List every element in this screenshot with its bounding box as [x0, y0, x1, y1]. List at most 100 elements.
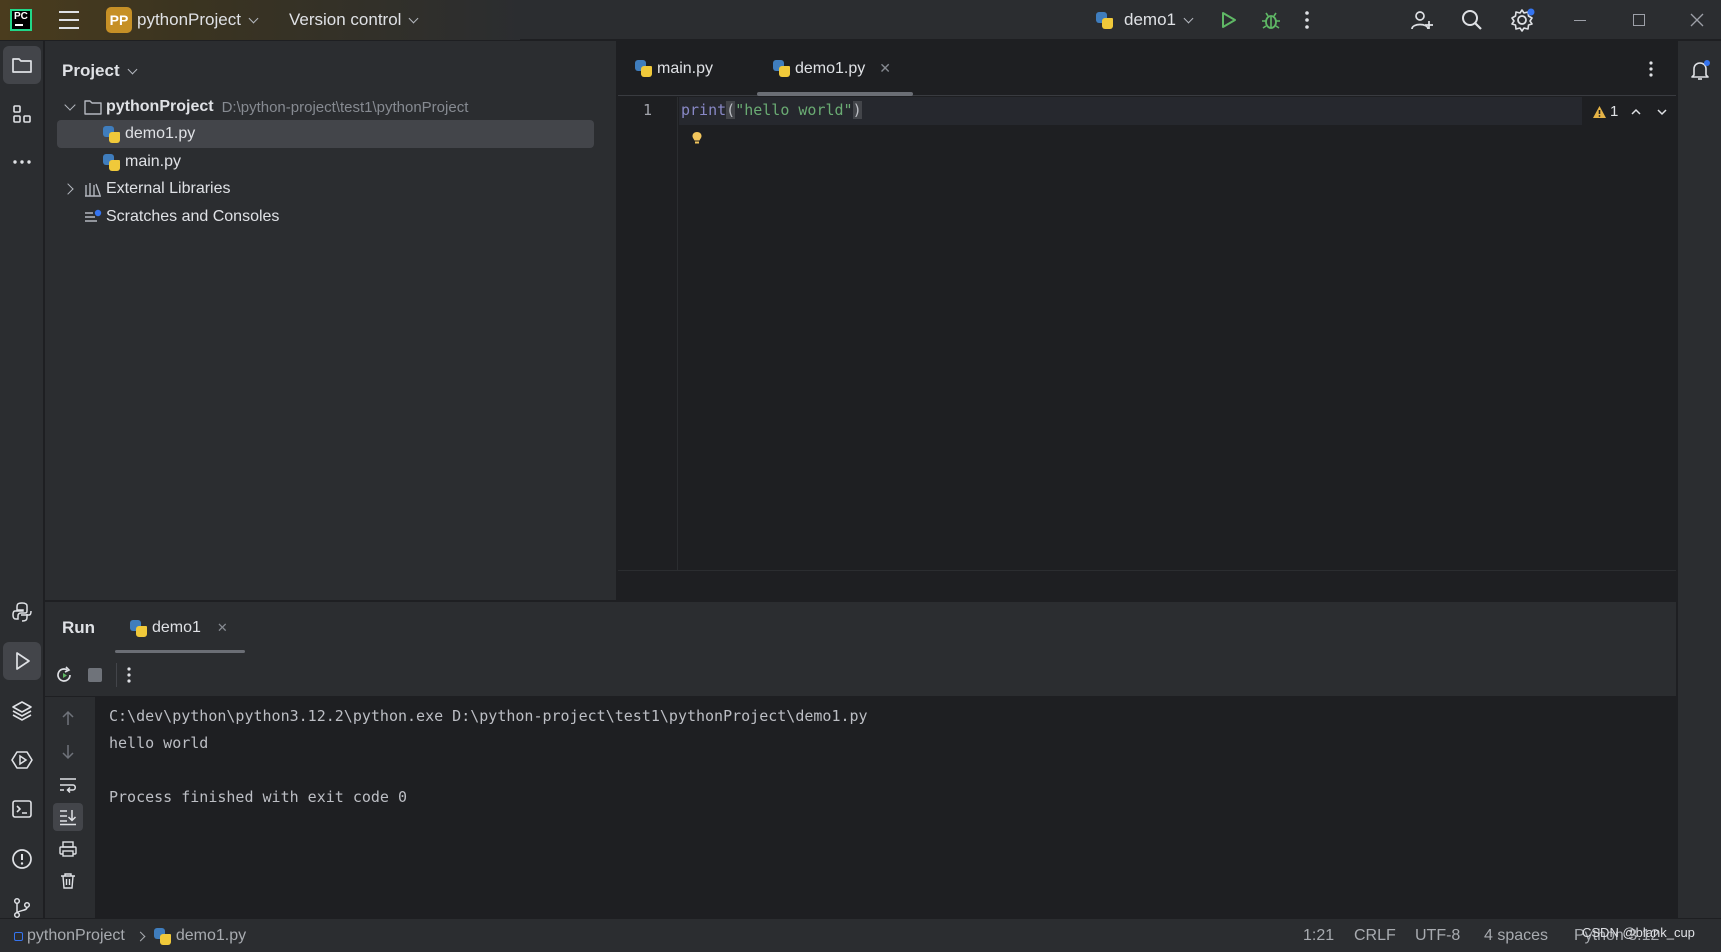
chevron-down-icon	[409, 13, 419, 23]
run-toolbar	[45, 653, 1676, 697]
lightbulb-icon[interactable]	[691, 131, 703, 145]
tree-item-external-libraries[interactable]: External Libraries	[62, 175, 602, 203]
structure-icon	[13, 105, 31, 123]
active-tab-indicator	[757, 92, 913, 96]
project-name: pythonProject	[137, 10, 241, 29]
status-bar: pythonProject demo1.py 1:21 CRLF UTF-8 4…	[0, 918, 1721, 952]
title-bar: PC PP pythonProject Version control demo…	[0, 0, 1721, 40]
inspection-widget[interactable]: 1	[1592, 103, 1668, 120]
gear-icon	[1511, 8, 1535, 32]
line-number: 1	[643, 101, 653, 119]
trash-icon[interactable]	[59, 872, 77, 890]
indent-setting[interactable]: 4 spaces	[1484, 919, 1548, 952]
vcs-menu[interactable]: Version control	[289, 0, 419, 40]
editor-tab-bar: main.py demo1.py ✕	[618, 41, 1676, 96]
tree-item-label: demo1.py	[125, 125, 196, 142]
print-icon[interactable]	[58, 840, 78, 858]
warning-icon	[1593, 105, 1606, 118]
expand-arrow-icon[interactable]	[62, 99, 78, 115]
rerun-icon[interactable]	[54, 665, 74, 685]
project-pane-title: Project	[62, 61, 120, 80]
run-panel-title: Run	[62, 618, 96, 637]
search-icon	[1462, 10, 1482, 30]
more-actions-button[interactable]	[1304, 0, 1310, 40]
chevron-down-icon	[248, 13, 259, 23]
expand-arrow-icon[interactable]	[62, 181, 78, 197]
breadcrumb-file[interactable]: demo1.py	[176, 927, 246, 945]
console-line: hello world	[109, 734, 209, 752]
arrow-down-icon[interactable]	[60, 743, 76, 761]
more-vertical-icon[interactable]	[126, 666, 132, 684]
more-vertical-icon	[1649, 60, 1653, 77]
services-tool-button[interactable]	[3, 741, 41, 779]
stop-icon[interactable]	[88, 668, 102, 682]
tab-demo1-py[interactable]: demo1.py ✕	[773, 41, 891, 96]
caret-position[interactable]: 1:21	[1303, 919, 1334, 952]
breadcrumb-project[interactable]: pythonProject	[27, 927, 125, 945]
project-switcher[interactable]: pythonProject	[137, 0, 259, 40]
editor-more-button[interactable]	[1648, 41, 1654, 96]
python-file-icon	[635, 60, 652, 77]
notifications-button[interactable]	[1681, 51, 1719, 89]
tab-main-py[interactable]: main.py	[635, 41, 713, 96]
search-button[interactable]	[1460, 0, 1484, 40]
right-tool-strip	[1677, 41, 1721, 918]
console-line: Process finished with exit code 0	[109, 788, 408, 806]
project-pane: Project pythonProject D:\python-project\…	[45, 41, 617, 600]
pycharm-logo-icon: PC	[10, 9, 32, 31]
code-paren-open: (	[726, 101, 736, 119]
tree-item-project-root[interactable]: pythonProject D:\python-project\test1\py…	[62, 93, 602, 121]
soft-wrap-icon[interactable]	[58, 776, 78, 794]
problems-tool-button[interactable]	[3, 840, 41, 878]
close-tab-icon[interactable]: ✕	[879, 60, 891, 77]
more-tools-button[interactable]	[3, 143, 41, 181]
project-badge[interactable]: PP	[106, 7, 132, 33]
python-packages-button[interactable]	[3, 593, 41, 631]
debug-button[interactable]	[1260, 0, 1282, 40]
tree-item-main[interactable]: main.py	[62, 148, 602, 176]
project-pane-header[interactable]: Project	[62, 61, 138, 81]
console-output[interactable]: C:\dev\python\python3.12.2\python.exe D:…	[95, 697, 1676, 918]
code-line-1[interactable]: print("hello world")	[681, 101, 862, 119]
arrow-up-icon[interactable]	[60, 709, 76, 727]
structure-tool-button[interactable]	[3, 95, 41, 133]
file-encoding[interactable]: UTF-8	[1415, 919, 1460, 952]
run-tool-button[interactable]	[3, 642, 41, 680]
close-window-button[interactable]	[1690, 0, 1704, 40]
run-config-selector[interactable]: demo1	[1096, 0, 1194, 40]
maximize-button[interactable]	[1633, 0, 1645, 40]
tree-item-scratches[interactable]: Scratches and Consoles	[62, 203, 602, 231]
add-user-icon	[1411, 11, 1433, 30]
run-icon	[1222, 12, 1236, 28]
git-branch-icon	[13, 897, 31, 919]
more-horizontal-icon	[13, 160, 31, 164]
scroll-to-end-button[interactable]	[53, 803, 83, 831]
run-button[interactable]	[1218, 0, 1238, 40]
watermark: CSDN @blank_cup	[1582, 925, 1695, 940]
code-editor[interactable]: print("hello world") 1	[679, 97, 1676, 570]
minimize-button[interactable]	[1574, 0, 1586, 40]
layers-tool-button[interactable]	[3, 691, 41, 729]
library-icon	[85, 183, 101, 197]
python-file-icon	[130, 619, 147, 637]
scroll-to-end-icon	[60, 810, 77, 826]
vcs-label: Version control	[289, 10, 402, 29]
terminal-tool-button[interactable]	[3, 790, 41, 828]
folder-icon	[84, 100, 102, 115]
project-tool-button[interactable]	[3, 46, 41, 84]
main-menu-icon[interactable]	[58, 0, 80, 40]
line-separator[interactable]: CRLF	[1354, 919, 1396, 952]
settings-button[interactable]	[1509, 0, 1535, 40]
tree-item-demo1[interactable]: demo1.py	[57, 120, 594, 148]
layers-icon	[12, 701, 32, 721]
run-side-toolbar	[45, 697, 95, 918]
terminal-icon	[12, 800, 32, 818]
close-tab-icon[interactable]: ✕	[217, 620, 228, 636]
chevron-down-icon	[1183, 13, 1194, 23]
more-vertical-icon	[1305, 11, 1309, 29]
tree-item-path: D:\python-project\test1\pythonProject	[221, 98, 469, 116]
toolbar-divider	[116, 663, 117, 687]
code-with-me-button[interactable]	[1410, 0, 1434, 40]
run-tab-demo1[interactable]: demo1 ✕	[130, 602, 228, 654]
tree-item-label: Scratches and Consoles	[106, 208, 280, 225]
